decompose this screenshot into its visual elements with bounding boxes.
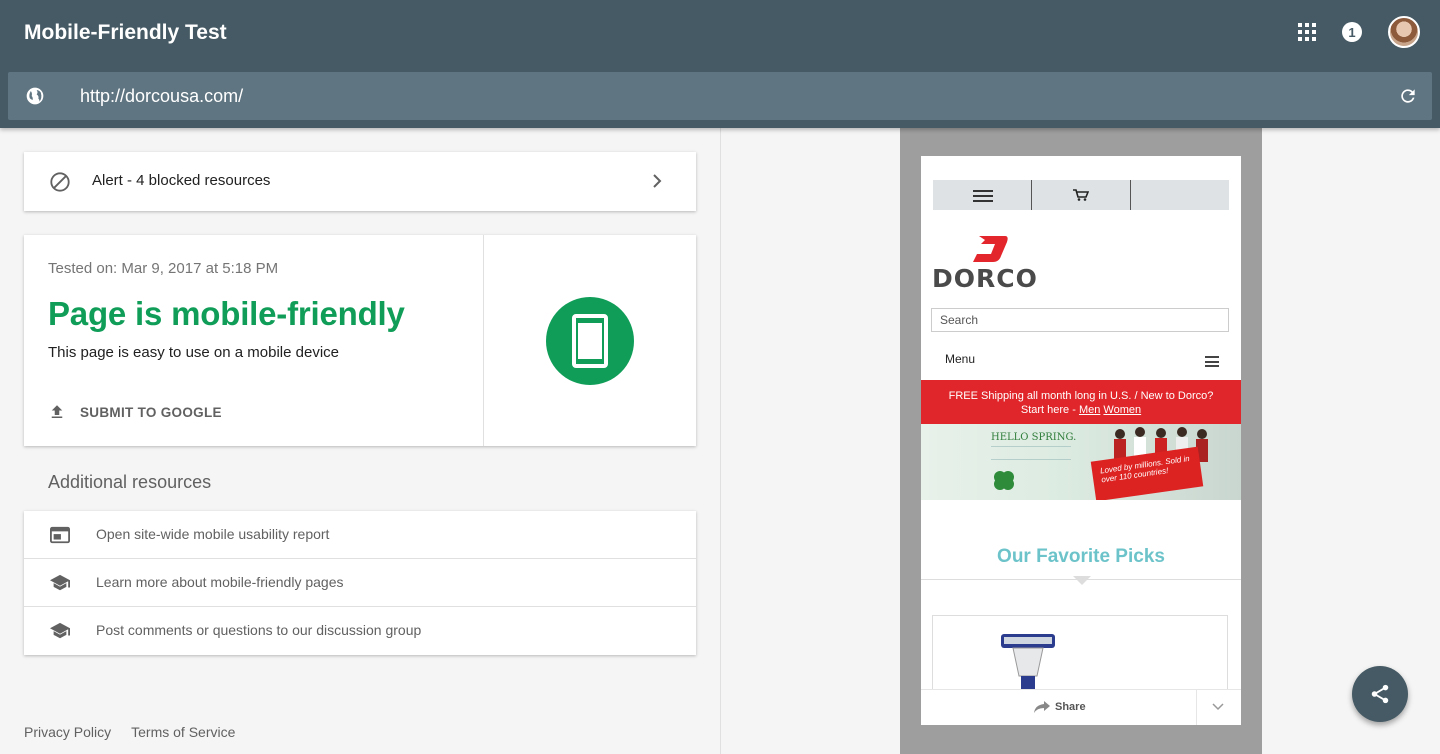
blocked-resources-alert[interactable]: Alert - 4 blocked resources [24, 152, 696, 211]
result-card: Tested on: Mar 9, 2017 at 5:18 PM Page i… [24, 235, 696, 446]
site-search-input: Search [931, 308, 1229, 332]
favorite-picks-title: Our Favorite Picks [997, 546, 1165, 567]
refresh-icon[interactable] [1398, 86, 1418, 106]
caret-down-icon [1073, 576, 1091, 585]
url-bar[interactable]: http://dorcousa.com/ [8, 72, 1432, 120]
mobile-preview-frame: DORCO Search Menu FREE Shipping all mont… [900, 128, 1262, 754]
list-item-label: Post comments or questions to our discus… [96, 622, 422, 638]
site-menu-label: Menu [945, 352, 976, 366]
app-header: Mobile-Friendly Test 1 http://dorcousa.c… [0, 0, 1440, 128]
apps-grid-icon[interactable] [1298, 23, 1316, 41]
report-icon [50, 526, 70, 544]
submit-to-google-button[interactable]: SUBMIT TO GOOGLE [48, 403, 222, 421]
banner-fine-print [991, 446, 1071, 460]
menu-icon [1205, 356, 1219, 367]
alert-text: Alert - 4 blocked resources [92, 172, 271, 189]
app-title: Mobile-Friendly Test [24, 21, 227, 44]
footer: Privacy Policy Terms of Service [24, 724, 235, 740]
result-description: This page is easy to use on a mobile dev… [48, 344, 339, 361]
site-menu-bar: Menu [933, 346, 1229, 382]
column-divider [720, 128, 721, 754]
mobile-friendly-icon [546, 297, 634, 385]
header-actions: 1 [1298, 16, 1420, 48]
hero-banner: HELLO SPRING. Loved by millions. Sold in… [921, 424, 1241, 500]
avatar[interactable] [1388, 16, 1420, 48]
share-arrow-icon [1034, 701, 1050, 713]
list-item-label: Open site-wide mobile usability report [96, 526, 330, 542]
blocked-icon [50, 172, 70, 192]
share-bar: Share [921, 689, 1241, 725]
tested-timestamp: Tested on: Mar 9, 2017 at 5:18 PM [48, 260, 279, 277]
notifications-badge[interactable]: 1 [1342, 22, 1362, 42]
school-icon [50, 574, 70, 591]
promo-line-1: FREE Shipping all month long in U.S. / N… [948, 390, 1214, 402]
list-item-learn-more[interactable]: Learn more about mobile-friendly pages [24, 559, 696, 607]
promo-men-link: Men [1078, 404, 1101, 416]
result-headline: Page is mobile-friendly [48, 295, 405, 332]
upload-icon [51, 405, 63, 418]
terms-of-service-link[interactable]: Terms of Service [131, 724, 235, 740]
privacy-policy-link[interactable]: Privacy Policy [24, 724, 111, 740]
additional-resources-list: Open site-wide mobile usability report L… [24, 511, 696, 655]
site-nav-bar [933, 180, 1229, 210]
share-fab-button[interactable] [1352, 666, 1408, 722]
dorco-wordmark: DORCO [932, 264, 1038, 293]
razor-product-image [1001, 634, 1055, 692]
result-divider [483, 235, 484, 446]
submit-label: SUBMIT TO GOOGLE [80, 404, 222, 420]
hamburger-icon [973, 190, 993, 202]
share-icon [1371, 684, 1389, 704]
school-icon [50, 622, 70, 639]
dorco-logo-icon [973, 236, 1008, 262]
url-input[interactable]: http://dorcousa.com/ [80, 86, 243, 107]
chevron-down-icon [1212, 703, 1224, 711]
smartphone-icon [572, 314, 608, 368]
additional-resources-title: Additional resources [48, 472, 212, 492]
promo-line-2: Start here - [1020, 404, 1076, 416]
clover-icon [994, 471, 1014, 490]
cart-icon [1073, 189, 1089, 201]
share-label: Share [1055, 701, 1086, 713]
list-item-discussion-group[interactable]: Post comments or questions to our discus… [24, 607, 696, 655]
list-item-usability-report[interactable]: Open site-wide mobile usability report [24, 511, 696, 559]
chevron-right-icon [653, 174, 662, 188]
list-item-label: Learn more about mobile-friendly pages [96, 574, 344, 590]
mobile-screenshot[interactable]: DORCO Search Menu FREE Shipping all mont… [921, 156, 1241, 725]
globe-icon [26, 87, 44, 105]
promo-women-link: Women [1103, 404, 1142, 416]
promo-banner: FREE Shipping all month long in U.S. / N… [921, 380, 1241, 424]
banner-heading: HELLO SPRING. [991, 432, 1077, 443]
